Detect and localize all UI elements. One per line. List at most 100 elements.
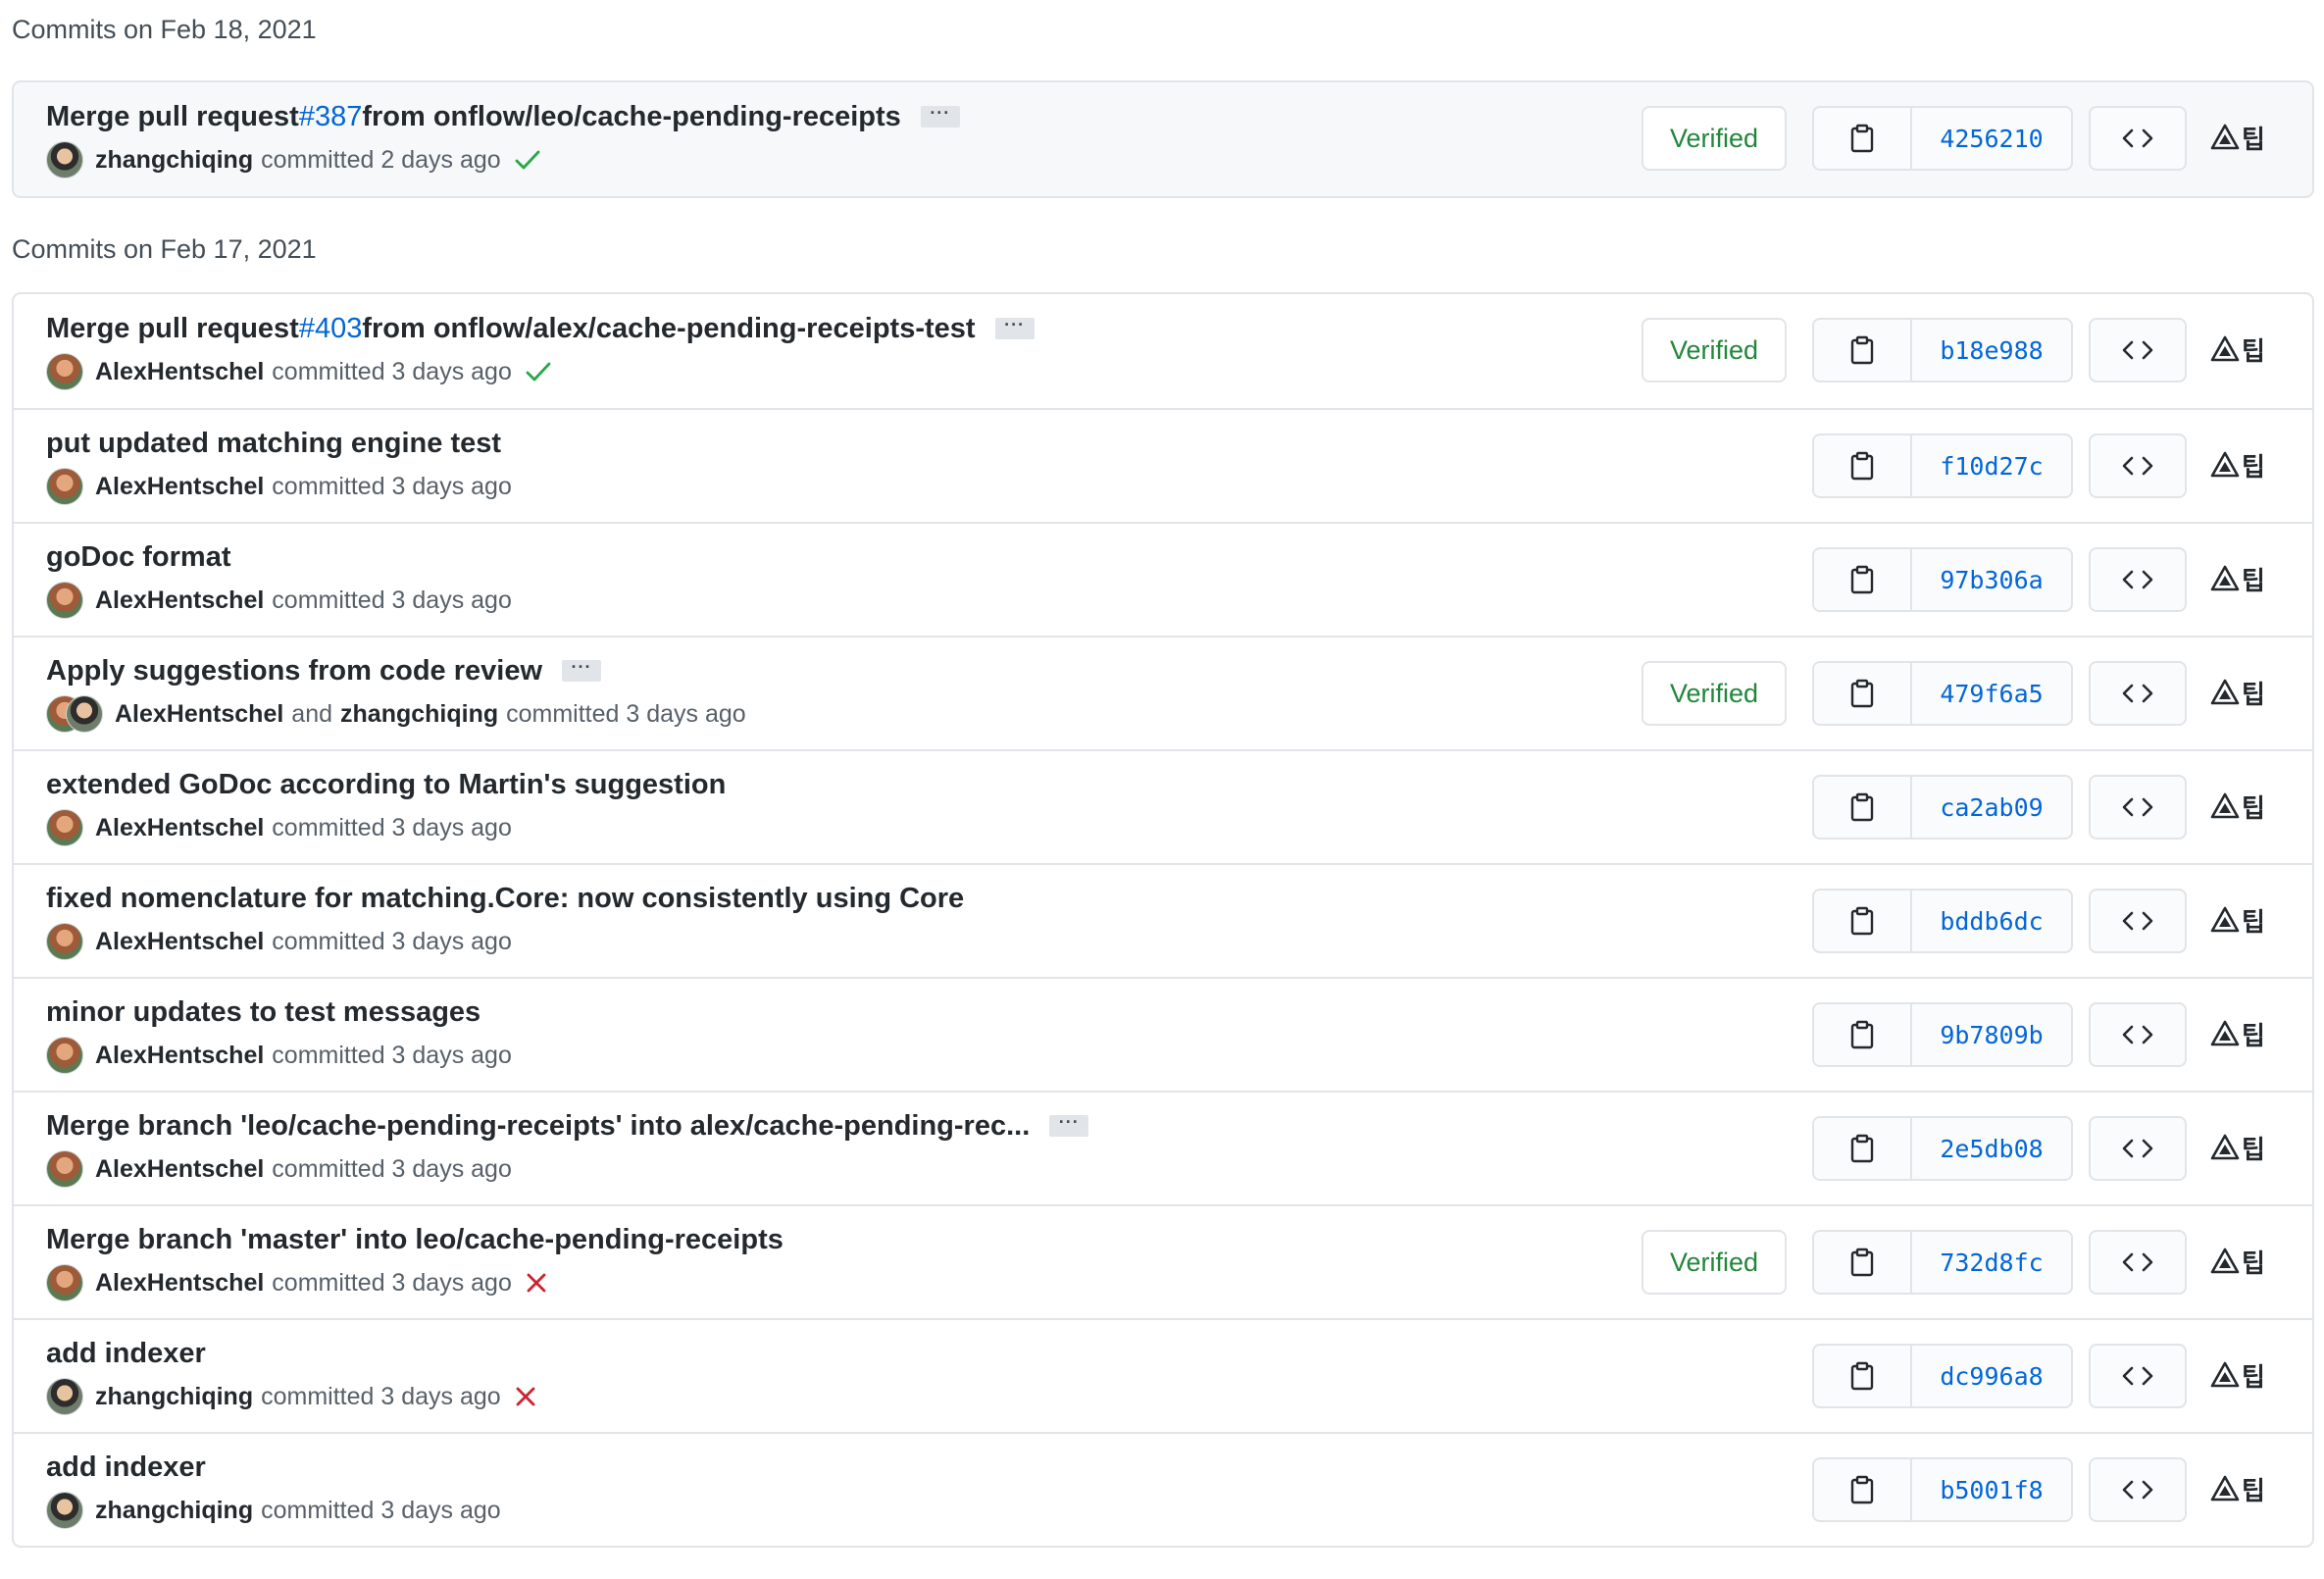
commit-sha-link[interactable]: 9b7809b bbox=[1912, 1004, 2071, 1065]
avatar[interactable] bbox=[46, 1378, 83, 1415]
commit-coauthor[interactable]: zhangchiqing bbox=[340, 700, 498, 729]
warning-extension-icon[interactable]: 팁 bbox=[2210, 1128, 2273, 1167]
commit-message[interactable]: Merge pull request bbox=[46, 101, 299, 133]
copy-sha-button[interactable] bbox=[1814, 549, 1912, 610]
commit-sha-link[interactable]: 732d8fc bbox=[1912, 1232, 2071, 1293]
commit-author[interactable]: AlexHentschel bbox=[95, 928, 264, 956]
expand-message-button[interactable]: ··· bbox=[1049, 1113, 1089, 1137]
commit-sha-link[interactable]: b18e988 bbox=[1912, 320, 2071, 381]
commit-message-rest[interactable]: from onflow/leo/cache-pending-receipts bbox=[362, 101, 900, 133]
commit-message[interactable]: extended GoDoc according to Martin's sug… bbox=[46, 769, 726, 801]
avatar[interactable] bbox=[46, 468, 83, 505]
commit-message[interactable]: Merge pull request bbox=[46, 313, 299, 345]
browse-repo-button[interactable] bbox=[2089, 106, 2187, 171]
copy-sha-button[interactable] bbox=[1814, 1004, 1912, 1065]
avatar[interactable] bbox=[46, 1037, 83, 1074]
pull-request-link[interactable]: #403 bbox=[299, 313, 363, 345]
commit-sha-link[interactable]: f10d27c bbox=[1912, 435, 2071, 496]
ci-status[interactable] bbox=[526, 361, 551, 382]
avatar[interactable] bbox=[46, 1150, 83, 1188]
commit-message[interactable]: put updated matching engine test bbox=[46, 428, 501, 460]
commit-message[interactable]: minor updates to test messages bbox=[46, 996, 480, 1029]
commit-author[interactable]: AlexHentschel bbox=[95, 473, 264, 501]
browse-repo-button[interactable] bbox=[2089, 547, 2187, 612]
warning-extension-icon[interactable]: 팁 bbox=[2210, 1242, 2273, 1281]
avatar[interactable] bbox=[66, 695, 103, 733]
ci-status[interactable] bbox=[515, 149, 540, 171]
warning-extension-icon[interactable]: 팁 bbox=[2210, 118, 2273, 157]
x-icon[interactable] bbox=[515, 1386, 536, 1407]
warning-extension-icon[interactable]: 팁 bbox=[2210, 1014, 2273, 1053]
warning-extension-icon[interactable]: 팁 bbox=[2210, 330, 2273, 369]
commit-message[interactable]: add indexer bbox=[46, 1338, 206, 1370]
verified-badge[interactable]: Verified bbox=[1642, 106, 1787, 171]
copy-sha-button[interactable] bbox=[1814, 320, 1912, 381]
warning-extension-icon[interactable]: 팁 bbox=[2210, 673, 2273, 712]
warning-extension-icon[interactable]: 팁 bbox=[2210, 1355, 2273, 1395]
commit-author[interactable]: AlexHentschel bbox=[95, 586, 264, 615]
warning-extension-icon[interactable]: 팁 bbox=[2210, 559, 2273, 598]
commit-sha-link[interactable]: 479f6a5 bbox=[1912, 663, 2071, 724]
copy-sha-button[interactable] bbox=[1814, 108, 1912, 169]
commit-author[interactable]: zhangchiqing bbox=[95, 1497, 253, 1525]
commit-author[interactable]: AlexHentschel bbox=[95, 1155, 264, 1184]
avatar[interactable] bbox=[46, 1492, 83, 1529]
commit-sha-link[interactable]: ca2ab09 bbox=[1912, 777, 2071, 838]
avatar[interactable] bbox=[46, 1264, 83, 1301]
commit-message[interactable]: add indexer bbox=[46, 1452, 206, 1484]
copy-sha-button[interactable] bbox=[1814, 1118, 1912, 1179]
commit-author[interactable]: AlexHentschel bbox=[95, 1042, 264, 1070]
commit-message[interactable]: Apply suggestions from code review bbox=[46, 655, 542, 688]
commit-author[interactable]: AlexHentschel bbox=[95, 1269, 264, 1298]
pull-request-link[interactable]: #387 bbox=[299, 101, 363, 133]
browse-repo-button[interactable] bbox=[2089, 661, 2187, 726]
commit-author[interactable]: zhangchiqing bbox=[95, 146, 253, 175]
avatar[interactable] bbox=[46, 353, 83, 390]
copy-sha-button[interactable] bbox=[1814, 1459, 1912, 1520]
avatar[interactable] bbox=[46, 809, 83, 846]
commit-author[interactable]: zhangchiqing bbox=[95, 1383, 253, 1411]
ci-status[interactable] bbox=[526, 1272, 547, 1294]
copy-sha-button[interactable] bbox=[1814, 435, 1912, 496]
browse-repo-button[interactable] bbox=[2089, 433, 2187, 498]
avatar[interactable] bbox=[46, 141, 83, 178]
browse-repo-button[interactable] bbox=[2089, 1230, 2187, 1295]
copy-sha-button[interactable] bbox=[1814, 777, 1912, 838]
warning-extension-icon[interactable]: 팁 bbox=[2210, 900, 2273, 940]
browse-repo-button[interactable] bbox=[2089, 1457, 2187, 1522]
commit-sha-link[interactable]: dc996a8 bbox=[1912, 1346, 2071, 1406]
commit-sha-link[interactable]: 97b306a bbox=[1912, 549, 2071, 610]
browse-repo-button[interactable] bbox=[2089, 1116, 2187, 1181]
commit-message[interactable]: fixed nomenclature for matching.Core: no… bbox=[46, 883, 964, 915]
expand-message-button[interactable]: ··· bbox=[562, 658, 601, 682]
copy-sha-button[interactable] bbox=[1814, 891, 1912, 951]
verified-badge[interactable]: Verified bbox=[1642, 661, 1787, 726]
commit-author[interactable]: AlexHentschel bbox=[95, 358, 264, 386]
commit-author[interactable]: AlexHentschel bbox=[95, 814, 264, 842]
browse-repo-button[interactable] bbox=[2089, 1344, 2187, 1408]
expand-message-button[interactable]: ··· bbox=[994, 316, 1035, 339]
browse-repo-button[interactable] bbox=[2089, 775, 2187, 840]
browse-repo-button[interactable] bbox=[2089, 889, 2187, 953]
ci-status[interactable] bbox=[515, 1386, 536, 1407]
copy-sha-button[interactable] bbox=[1814, 1346, 1912, 1406]
warning-extension-icon[interactable]: 팁 bbox=[2210, 445, 2273, 484]
commit-author[interactable]: AlexHentschel bbox=[115, 700, 283, 729]
verified-badge[interactable]: Verified bbox=[1642, 318, 1787, 382]
commit-sha-link[interactable]: 2e5db08 bbox=[1912, 1118, 2071, 1179]
avatar[interactable] bbox=[46, 582, 83, 619]
commit-sha-link[interactable]: bddb6dc bbox=[1912, 891, 2071, 951]
commit-message[interactable]: goDoc format bbox=[46, 541, 231, 574]
warning-extension-icon[interactable]: 팁 bbox=[2210, 787, 2273, 826]
check-icon[interactable] bbox=[526, 361, 551, 382]
copy-sha-button[interactable] bbox=[1814, 1232, 1912, 1293]
commit-message[interactable]: Merge branch 'master' into leo/cache-pen… bbox=[46, 1224, 783, 1256]
warning-extension-icon[interactable]: 팁 bbox=[2210, 1469, 2273, 1508]
copy-sha-button[interactable] bbox=[1814, 663, 1912, 724]
commit-sha-link[interactable]: 4256210 bbox=[1912, 108, 2071, 169]
commit-message-rest[interactable]: from onflow/alex/cache-pending-receipts-… bbox=[362, 313, 975, 345]
x-icon[interactable] bbox=[526, 1272, 547, 1294]
expand-message-button[interactable]: ··· bbox=[920, 104, 960, 127]
check-icon[interactable] bbox=[515, 149, 540, 171]
avatar[interactable] bbox=[46, 923, 83, 960]
